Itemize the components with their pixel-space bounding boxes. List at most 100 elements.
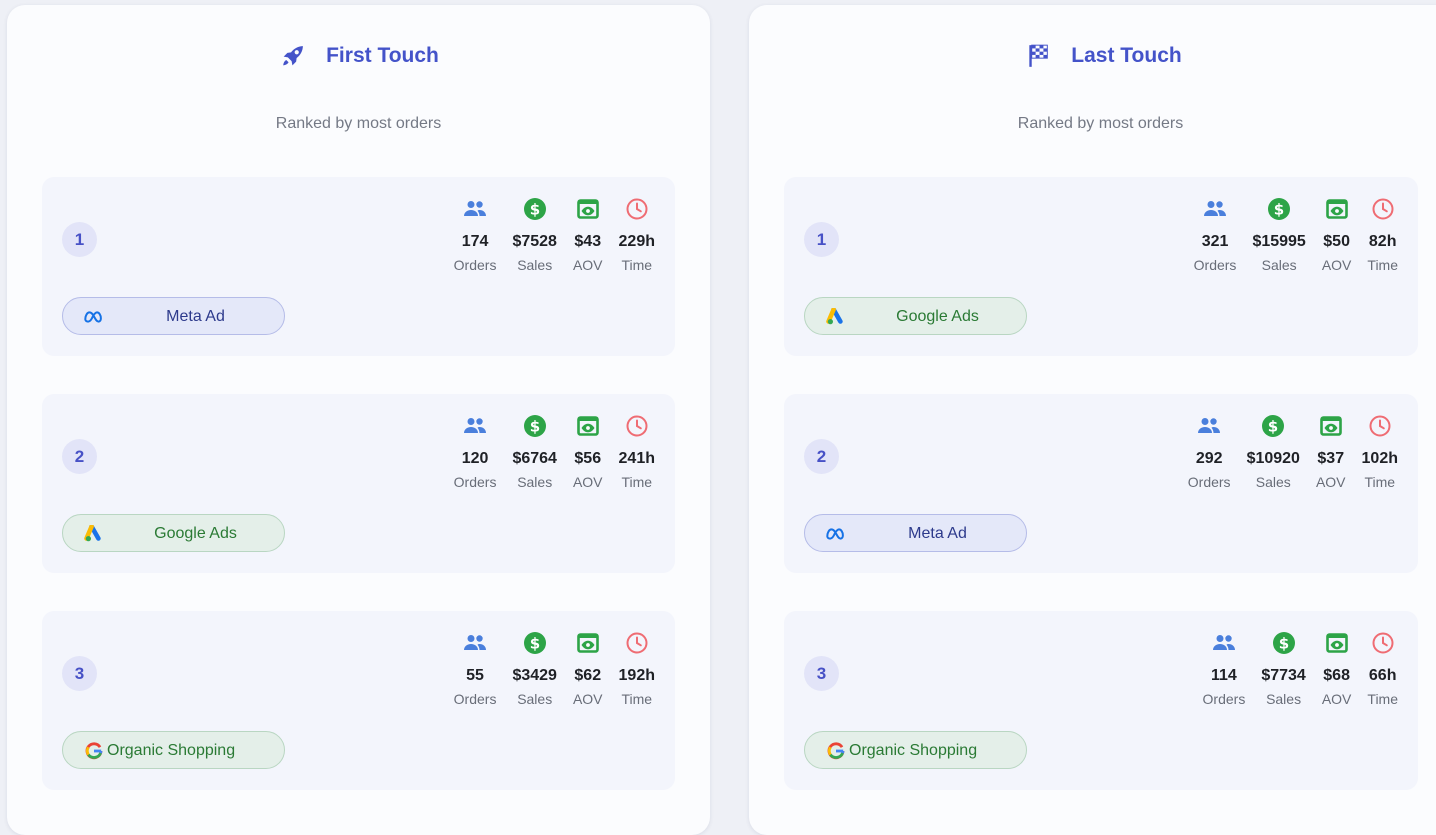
aov-label: AOV (572, 474, 603, 490)
orders-value: 321 (1201, 233, 1229, 250)
aov-label: AOV (572, 257, 603, 273)
dollar-icon: $ (1261, 414, 1285, 438)
rank-badge: 2 (62, 439, 97, 474)
metrics-row: 292 Orders $ $10920 Sales $37 AOV 102h T… (1188, 414, 1398, 491)
people-icon (1197, 414, 1221, 438)
orders-label: Orders (453, 474, 497, 490)
metric-sales: $ $7528 Sales (512, 197, 557, 274)
metrics-row: 114 Orders $ $7734 Sales $68 AOV 66h Tim… (1203, 631, 1398, 708)
dollar-icon: $ (523, 197, 547, 221)
time-value: 229h (618, 233, 655, 250)
ranking-card[interactable]: 3 114 Orders $ $7734 Sales $68 AOV 66h T… (784, 611, 1418, 790)
time-value: 102h (1361, 450, 1398, 467)
clock-icon (1368, 414, 1392, 438)
orders-value: 55 (466, 667, 484, 684)
sales-value: $6764 (512, 450, 557, 467)
dollar-icon: $ (523, 631, 547, 655)
orders-value: 292 (1195, 450, 1223, 467)
source-pill[interactable]: Meta Ad (62, 297, 285, 335)
dollar-icon: $ (1272, 631, 1296, 655)
orders-value: 174 (461, 233, 489, 250)
orders-label: Orders (453, 691, 497, 707)
panel-header: First Touch (7, 41, 710, 71)
source-pill[interactable]: Organic Shopping (804, 731, 1027, 769)
sales-value: $3429 (512, 667, 557, 684)
svg-text:$: $ (1268, 417, 1278, 435)
eye-window-icon (1325, 631, 1348, 655)
time-label: Time (621, 257, 653, 273)
svg-text:$: $ (1274, 200, 1284, 218)
metric-sales: $ $10920 Sales (1247, 414, 1300, 491)
time-label: Time (1367, 257, 1398, 273)
metric-time: 82h Time (1367, 197, 1398, 274)
source-pill[interactable]: Meta Ad (804, 514, 1027, 552)
ranking-card[interactable]: 2 120 Orders $ $6764 Sales $56 AOV 241h … (42, 394, 675, 573)
aov-label: AOV (1315, 474, 1346, 490)
meta-icon (83, 307, 105, 327)
clock-icon (625, 414, 649, 438)
time-value: 241h (618, 450, 655, 467)
orders-label: Orders (1202, 691, 1246, 707)
sales-value: $7734 (1261, 667, 1306, 684)
source-label: Google Ads (896, 308, 979, 325)
aov-value: $43 (574, 233, 602, 250)
metric-time: 192h Time (619, 631, 655, 708)
metric-time: 229h Time (619, 197, 655, 274)
metrics-row: 120 Orders $ $6764 Sales $56 AOV 241h Ti… (454, 414, 655, 491)
rocket-icon (278, 41, 308, 71)
metric-sales: $ $15995 Sales (1252, 197, 1306, 274)
svg-text:$: $ (529, 200, 539, 218)
metric-aov: $43 AOV (573, 197, 603, 274)
orders-label: Orders (1187, 474, 1231, 490)
clock-icon (625, 631, 649, 655)
orders-value: 114 (1211, 667, 1237, 684)
time-label: Time (1364, 474, 1396, 490)
panel-header: Last Touch (749, 41, 1436, 71)
eye-window-icon (1325, 197, 1348, 221)
aov-label: AOV (1321, 691, 1352, 707)
metric-aov: $50 AOV (1322, 197, 1351, 274)
people-icon (1212, 631, 1236, 655)
aov-value: $56 (574, 450, 602, 467)
time-value: 192h (618, 667, 655, 684)
eye-window-icon (1319, 414, 1342, 438)
time-label: Time (621, 474, 653, 490)
dollar-icon: $ (523, 414, 547, 438)
ranking-card[interactable]: 2 292 Orders $ $10920 Sales $37 AOV 102h… (784, 394, 1418, 573)
eye-window-icon (576, 197, 599, 221)
source-label: Organic Shopping (849, 742, 978, 759)
metric-orders: 114 Orders (1202, 631, 1246, 708)
panel-subtitle: Ranked by most orders (1017, 115, 1184, 132)
sales-label: Sales (517, 474, 553, 490)
time-label: Time (1367, 691, 1398, 707)
sales-value: $15995 (1252, 233, 1306, 250)
orders-label: Orders (453, 257, 497, 273)
clock-icon (1371, 197, 1395, 221)
clock-icon (625, 197, 649, 221)
sales-value: $10920 (1246, 450, 1300, 467)
orders-label: Orders (1193, 257, 1237, 273)
metric-sales: $ $7734 Sales (1261, 631, 1306, 708)
people-icon (463, 197, 487, 221)
aov-value: $62 (574, 667, 602, 684)
source-pill[interactable]: Google Ads (62, 514, 285, 552)
people-icon (1203, 197, 1227, 221)
metric-orders: 321 Orders (1193, 197, 1237, 274)
people-icon (463, 631, 487, 655)
metrics-row: 174 Orders $ $7528 Sales $43 AOV 229h Ti… (454, 197, 655, 274)
source-label: Google Ads (154, 525, 237, 542)
rank-badge: 3 (62, 656, 97, 691)
metric-orders: 292 Orders (1188, 414, 1231, 491)
google-ads-icon (83, 524, 105, 544)
ranking-card[interactable]: 3 55 Orders $ $3429 Sales $62 AOV 192h T… (42, 611, 675, 790)
source-pill[interactable]: Organic Shopping (62, 731, 285, 769)
orders-value: 120 (461, 450, 489, 467)
source-label: Organic Shopping (107, 742, 236, 759)
source-pill[interactable]: Google Ads (804, 297, 1027, 335)
ranking-card[interactable]: 1 174 Orders $ $7528 Sales $43 AOV 229h … (42, 177, 675, 356)
meta-icon (825, 524, 847, 544)
ranking-card[interactable]: 1 321 Orders $ $15995 Sales $50 AOV 82h … (784, 177, 1418, 356)
aov-value: $37 (1317, 450, 1345, 467)
checkered-flag-icon (1023, 41, 1053, 71)
sales-label: Sales (1266, 691, 1302, 707)
